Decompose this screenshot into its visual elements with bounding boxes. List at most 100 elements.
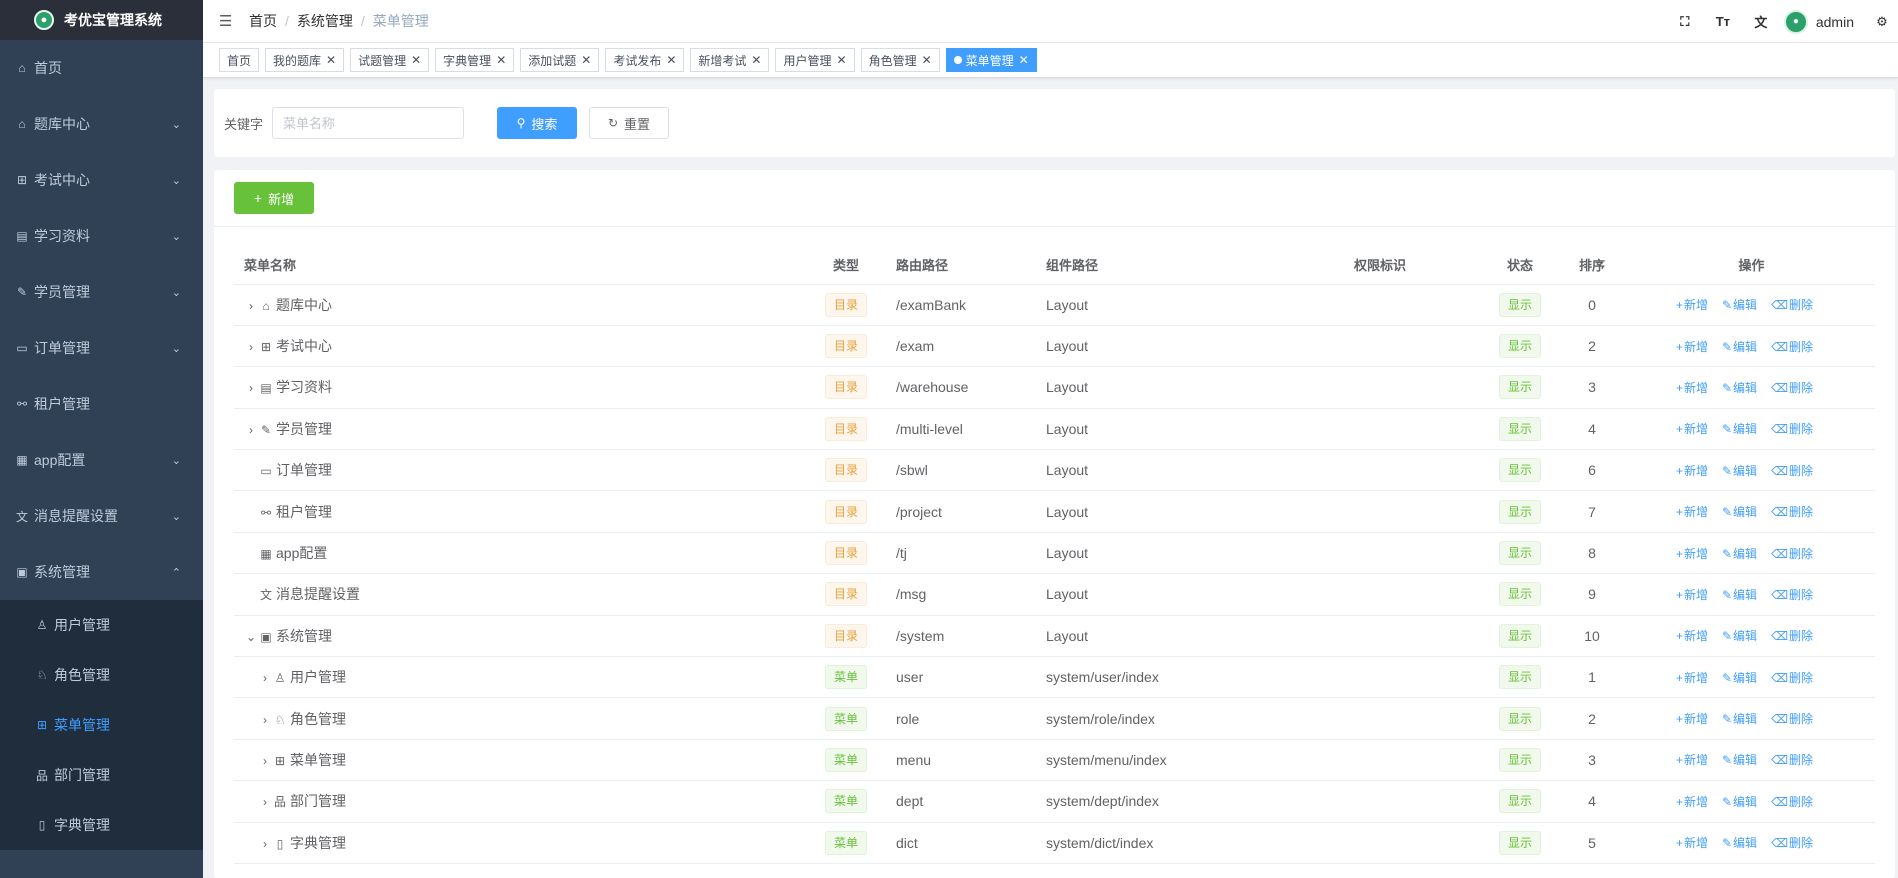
- row-add-button[interactable]: +新增: [1676, 298, 1708, 312]
- row-add-button[interactable]: +新增: [1676, 836, 1708, 850]
- sidebar-item[interactable]: ⌂ 题库中心 ⌄: [0, 96, 203, 152]
- row-edit-button[interactable]: ✎编辑: [1722, 671, 1757, 685]
- row-delete-button[interactable]: ⌫删除: [1771, 505, 1813, 519]
- row-delete-button[interactable]: ⌫删除: [1771, 629, 1813, 643]
- chevron-right-icon[interactable]: ›: [258, 671, 272, 685]
- row-delete-button[interactable]: ⌫删除: [1771, 712, 1813, 726]
- row-edit-button[interactable]: ✎编辑: [1722, 422, 1757, 436]
- row-edit-button[interactable]: ✎编辑: [1722, 505, 1757, 519]
- row-edit-button[interactable]: ✎编辑: [1722, 340, 1757, 354]
- user-name[interactable]: admin: [1816, 14, 1854, 30]
- row-delete-button[interactable]: ⌫删除: [1771, 422, 1813, 436]
- tag-item[interactable]: 新增考试 ✕: [690, 48, 770, 72]
- add-menu-button[interactable]: + 新增: [234, 182, 314, 214]
- row-add-button[interactable]: +新增: [1676, 629, 1708, 643]
- column-header-route[interactable]: 路由路径: [886, 246, 1036, 285]
- row-add-button[interactable]: +新增: [1676, 588, 1708, 602]
- sidebar-item[interactable]: ▦ app配置 ⌄: [0, 432, 203, 488]
- tag-item[interactable]: 添加试题 ✕: [520, 48, 600, 72]
- row-edit-button[interactable]: ✎编辑: [1722, 836, 1757, 850]
- chevron-right-icon[interactable]: ›: [244, 381, 258, 395]
- chevron-right-icon[interactable]: ›: [258, 754, 272, 768]
- row-add-button[interactable]: +新增: [1676, 381, 1708, 395]
- column-header-name[interactable]: 菜单名称: [234, 246, 806, 285]
- row-add-button[interactable]: +新增: [1676, 795, 1708, 809]
- row-delete-button[interactable]: ⌫删除: [1771, 671, 1813, 685]
- close-icon[interactable]: ✕: [837, 53, 847, 67]
- row-add-button[interactable]: +新增: [1676, 671, 1708, 685]
- sidebar-item[interactable]: ▤ 学习资料 ⌄: [0, 208, 203, 264]
- chevron-right-icon[interactable]: ›: [258, 713, 272, 727]
- breadcrumb-system[interactable]: 系统管理: [297, 11, 353, 31]
- tag-item[interactable]: 试题管理 ✕: [350, 48, 430, 72]
- sidebar-subitem[interactable]: ♙ 用户管理: [0, 600, 203, 650]
- sidebar-item[interactable]: ⌂ 首页: [0, 40, 203, 96]
- row-delete-button[interactable]: ⌫删除: [1771, 464, 1813, 478]
- breadcrumb-home[interactable]: 首页: [249, 11, 277, 31]
- row-add-button[interactable]: +新增: [1676, 340, 1708, 354]
- row-delete-button[interactable]: ⌫删除: [1771, 340, 1813, 354]
- sidebar-item[interactable]: ⚯ 租户管理: [0, 376, 203, 432]
- column-header-perms[interactable]: 权限标识: [1344, 246, 1484, 285]
- tag-item[interactable]: 角色管理 ✕: [860, 48, 940, 72]
- row-delete-button[interactable]: ⌫删除: [1771, 547, 1813, 561]
- settings-icon[interactable]: ⚙: [1872, 14, 1892, 30]
- sidebar-item[interactable]: ▣ 系统管理 ⌃: [0, 544, 203, 600]
- sidebar-subitem[interactable]: ♘ 角色管理: [0, 650, 203, 700]
- close-icon[interactable]: ✕: [581, 53, 591, 67]
- row-add-button[interactable]: +新增: [1676, 753, 1708, 767]
- close-icon[interactable]: ✕: [496, 53, 506, 67]
- chevron-right-icon[interactable]: ›: [244, 340, 258, 354]
- row-add-button[interactable]: +新增: [1676, 547, 1708, 561]
- sidebar-item[interactable]: ⊞ 考试中心 ⌄: [0, 152, 203, 208]
- chevron-right-icon[interactable]: ›: [244, 299, 258, 313]
- sidebar-item[interactable]: ▭ 订单管理 ⌄: [0, 320, 203, 376]
- chevron-right-icon[interactable]: ›: [258, 837, 272, 851]
- row-add-button[interactable]: +新增: [1676, 422, 1708, 436]
- search-button[interactable]: ⚲ 搜索: [497, 107, 578, 139]
- close-icon[interactable]: ✕: [326, 53, 336, 67]
- font-size-icon[interactable]: Tт: [1704, 14, 1742, 29]
- row-edit-button[interactable]: ✎编辑: [1722, 547, 1757, 561]
- close-icon[interactable]: ✕: [411, 53, 421, 67]
- row-delete-button[interactable]: ⌫删除: [1771, 753, 1813, 767]
- sidebar-subitem[interactable]: ▯ 字典管理: [0, 800, 203, 850]
- row-edit-button[interactable]: ✎编辑: [1722, 298, 1757, 312]
- tag-item[interactable]: 首页: [219, 48, 260, 72]
- tag-item[interactable]: 菜单管理 ✕: [945, 48, 1037, 72]
- close-icon[interactable]: ✕: [751, 53, 761, 67]
- tag-item[interactable]: 我的题库 ✕: [265, 48, 345, 72]
- close-icon[interactable]: ✕: [666, 53, 676, 67]
- row-add-button[interactable]: +新增: [1676, 464, 1708, 478]
- tag-item[interactable]: 用户管理 ✕: [775, 48, 855, 72]
- row-edit-button[interactable]: ✎编辑: [1722, 464, 1757, 478]
- column-header-order[interactable]: 排序: [1556, 246, 1628, 285]
- row-edit-button[interactable]: ✎编辑: [1722, 629, 1757, 643]
- sidebar-item[interactable]: ✎ 学员管理 ⌄: [0, 264, 203, 320]
- tag-item[interactable]: 字典管理 ✕: [435, 48, 515, 72]
- app-logo[interactable]: ● 考优宝管理系统: [0, 0, 203, 40]
- chevron-right-icon[interactable]: ›: [258, 795, 272, 809]
- row-delete-button[interactable]: ⌫删除: [1771, 381, 1813, 395]
- row-edit-button[interactable]: ✎编辑: [1722, 795, 1757, 809]
- sidebar-subitem[interactable]: ⊞ 菜单管理: [0, 700, 203, 750]
- fullscreen-icon[interactable]: ⛶: [1666, 14, 1704, 30]
- avatar[interactable]: ●: [1783, 9, 1808, 34]
- column-header-type[interactable]: 类型: [806, 246, 886, 285]
- row-delete-button[interactable]: ⌫删除: [1771, 795, 1813, 809]
- reset-button[interactable]: ↻ 重置: [589, 107, 670, 139]
- language-icon[interactable]: 文: [1742, 12, 1780, 31]
- column-header-component[interactable]: 组件路径: [1036, 246, 1344, 285]
- close-icon[interactable]: ✕: [1019, 53, 1029, 67]
- row-delete-button[interactable]: ⌫删除: [1771, 298, 1813, 312]
- chevron-down-icon[interactable]: ⌄: [244, 630, 258, 644]
- sidebar-subitem[interactable]: 品部门管理: [0, 750, 203, 800]
- close-icon[interactable]: ✕: [922, 53, 932, 67]
- row-add-button[interactable]: +新增: [1676, 505, 1708, 519]
- row-edit-button[interactable]: ✎编辑: [1722, 712, 1757, 726]
- row-add-button[interactable]: +新增: [1676, 712, 1708, 726]
- row-edit-button[interactable]: ✎编辑: [1722, 753, 1757, 767]
- sidebar-item[interactable]: 文消息提醒设置 ⌄: [0, 488, 203, 544]
- chevron-right-icon[interactable]: ›: [244, 423, 258, 437]
- row-delete-button[interactable]: ⌫删除: [1771, 836, 1813, 850]
